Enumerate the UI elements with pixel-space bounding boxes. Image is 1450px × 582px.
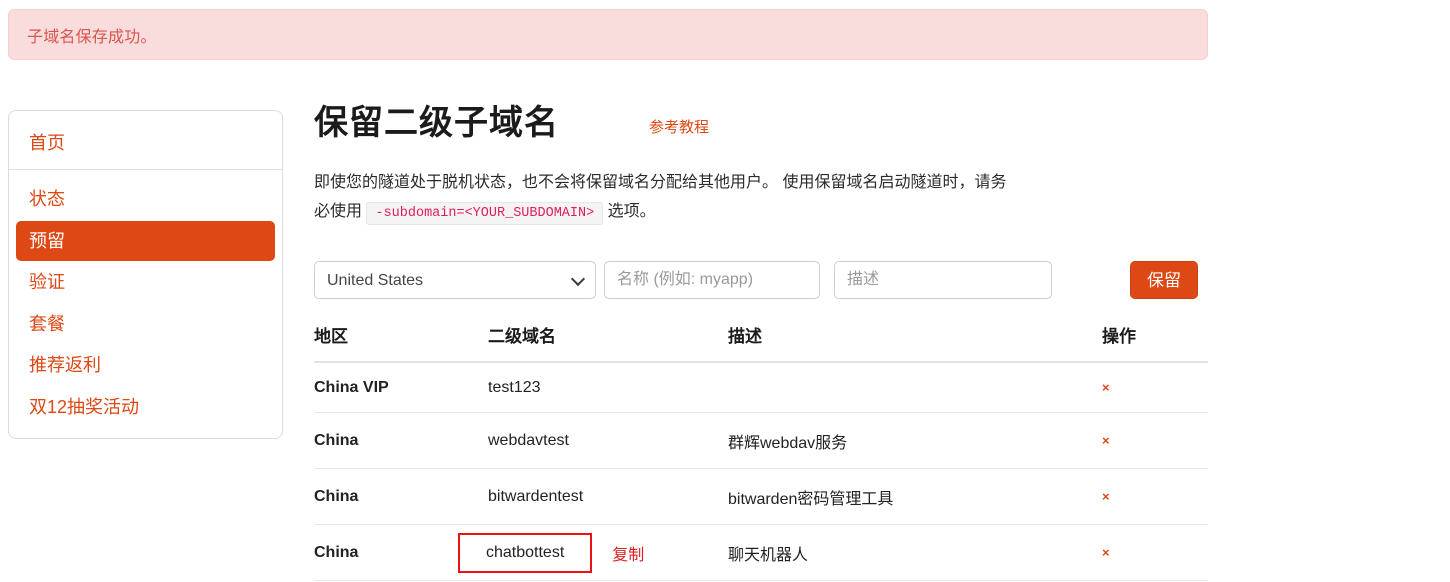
title-row: 保留二级子域名 参考教程 — [314, 100, 1208, 152]
table-row: China bitwardentest bitwarden密码管理工具 × — [314, 468, 1208, 525]
table-row: China webdavtest 群辉webdav服务 × — [314, 412, 1208, 469]
cell-region: China — [314, 412, 488, 469]
region-select-wrapper: United States — [314, 261, 596, 299]
sidebar-item-status[interactable]: 状态 — [16, 179, 275, 220]
cell-description: bitwarden密码管理工具 — [728, 468, 1102, 525]
table-row: China chatbottest 复制 聊天机器人 × — [314, 524, 1208, 581]
cell-region: China — [314, 468, 488, 525]
main-content: 保留二级子域名 参考教程 即使您的隧道处于脱机状态，也不会将保留域名分配给其他用… — [314, 100, 1208, 581]
delete-icon[interactable]: × — [1102, 380, 1110, 395]
cell-description: 群辉webdav服务 — [728, 412, 1102, 469]
subdomain-description-input[interactable] — [834, 261, 1052, 299]
cell-subdomain: chatbottest 复制 — [458, 524, 728, 581]
sidebar-item-reserved-label: 预留 — [29, 230, 65, 251]
intro-text-part2: 选项。 — [607, 203, 656, 220]
cell-description: 聊天机器人 — [728, 524, 1102, 581]
sidebar-item-lottery-label: 双12抽奖活动 — [29, 396, 140, 417]
reserve-button[interactable]: 保留 — [1130, 261, 1198, 299]
intro-text: 即使您的隧道处于脱机状态，也不会将保留域名分配给其他用户。 使用保留域名启动隧道… — [314, 168, 1014, 228]
page-title: 保留二级子域名 — [314, 104, 559, 142]
tutorial-link[interactable]: 参考教程 — [649, 116, 709, 137]
sidebar-item-reserved[interactable]: 预留 — [16, 220, 275, 261]
subdomain-value: webdavtest — [488, 432, 569, 449]
success-alert-message: 子域名保存成功。 — [27, 28, 157, 46]
delete-icon[interactable]: × — [1102, 489, 1110, 504]
subdomain-wrap: webdavtest — [488, 432, 728, 450]
sidebar-item-home[interactable]: 首页 — [9, 117, 282, 169]
cell-action: × — [1102, 412, 1208, 469]
table-row: China VIP test123 × — [314, 362, 1208, 413]
cell-action: × — [1102, 468, 1208, 525]
subdomain-wrap: chatbottest 复制 — [458, 533, 728, 573]
header-subdomain: 二级域名 — [488, 322, 728, 363]
region-select[interactable]: United States — [314, 261, 596, 299]
header-description: 描述 — [728, 322, 1102, 363]
cell-action: × — [1102, 524, 1208, 581]
sidebar: 首页 状态 预留 验证 套餐 推荐返利 双12抽奖活动 — [8, 110, 283, 439]
cell-subdomain: webdavtest — [488, 412, 728, 469]
subdomain-value: test123 — [488, 379, 541, 396]
reservation-form: United States 保留 — [314, 260, 1208, 300]
subdomain-value: chatbottest — [486, 544, 565, 561]
subdomain-value: bitwardentest — [488, 488, 584, 505]
header-region: 地区 — [314, 322, 488, 363]
sidebar-item-plans-label: 套餐 — [29, 313, 65, 334]
subdomain-highlight-box: chatbottest — [458, 533, 593, 573]
subdomain-flag-code: -subdomain=<YOUR_SUBDOMAIN> — [366, 202, 604, 225]
header-action: 操作 — [1102, 322, 1208, 363]
sidebar-item-referral[interactable]: 推荐返利 — [16, 345, 275, 386]
sidebar-item-home-label: 首页 — [29, 133, 65, 153]
reservations-table: 地区 二级域名 描述 操作 China VIP test123 × China … — [314, 322, 1208, 581]
subdomain-wrap: bitwardentest — [488, 488, 728, 506]
table-header-row: 地区 二级域名 描述 操作 — [314, 322, 1208, 363]
sidebar-item-verify-label: 验证 — [29, 272, 65, 292]
sidebar-item-status-label: 状态 — [29, 189, 65, 209]
cell-region: China VIP — [314, 362, 488, 413]
delete-icon[interactable]: × — [1102, 433, 1110, 448]
cell-description — [728, 362, 1102, 413]
sidebar-menu: 状态 预留 验证 套餐 推荐返利 双12抽奖活动 — [9, 170, 282, 430]
reservations-table-body: China VIP test123 × China webdavtest 群辉w… — [314, 362, 1208, 581]
sidebar-item-verify[interactable]: 验证 — [16, 262, 275, 303]
subdomain-name-input[interactable] — [604, 261, 820, 299]
cell-subdomain: test123 — [488, 362, 728, 413]
sidebar-item-lottery[interactable]: 双12抽奖活动 — [16, 387, 275, 428]
success-alert: 子域名保存成功。 — [8, 9, 1208, 60]
sidebar-item-plans[interactable]: 套餐 — [16, 304, 275, 345]
cell-subdomain: bitwardentest — [488, 468, 728, 525]
sidebar-item-referral-label: 推荐返利 — [29, 355, 101, 375]
copy-link[interactable]: 复制 — [612, 541, 644, 565]
subdomain-wrap: test123 — [488, 379, 728, 397]
delete-icon[interactable]: × — [1102, 545, 1110, 560]
reservations-table-head: 地区 二级域名 描述 操作 — [314, 322, 1208, 363]
cell-action: × — [1102, 362, 1208, 413]
